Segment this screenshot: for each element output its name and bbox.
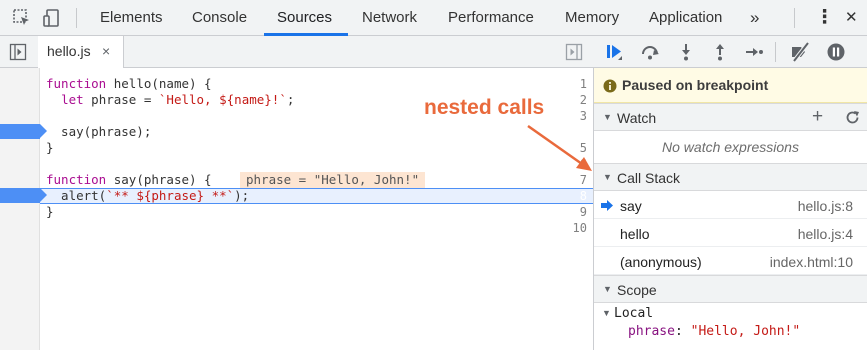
nested-calls-annotation: nested calls: [424, 96, 545, 119]
call-frame-name: hello: [620, 226, 650, 242]
toggle-debugger-icon[interactable]: [565, 43, 583, 61]
collapse-triangle-icon: ▼: [603, 112, 612, 122]
code-line: say(phrase);: [46, 124, 152, 139]
scope-tree: ▼ Local phrase: "Hello, John!": [594, 304, 867, 350]
file-tab[interactable]: hello.js ×: [38, 36, 124, 68]
tab-memory[interactable]: Memory: [565, 0, 619, 36]
inline-variable-value: phrase = "Hello, John!": [240, 172, 426, 188]
paused-status: Paused on breakpoint: [622, 77, 769, 93]
line-number[interactable]: 2: [553, 92, 587, 108]
devtools-tabbar: Elements Console Sources Network Perform…: [0, 0, 867, 36]
device-toolbar-icon[interactable]: [42, 8, 62, 28]
info-icon: [603, 79, 617, 93]
tab-console[interactable]: Console: [192, 0, 247, 36]
resume-icon[interactable]: [604, 42, 624, 62]
call-frame-location[interactable]: hello.js:8: [798, 198, 853, 214]
code-line: let phrase = `Hello, ${name}!`;: [61, 92, 295, 107]
toolbar-divider: [76, 8, 77, 28]
file-tab-name: hello.js: [47, 43, 91, 59]
tab-network[interactable]: Network: [362, 0, 417, 36]
step-over-icon[interactable]: [640, 42, 660, 62]
call-frame-location[interactable]: hello.js:4: [798, 226, 853, 242]
line-number-gutter: [0, 68, 40, 350]
settings-menu-button[interactable]: ⋮: [815, 0, 834, 36]
call-frame-location[interactable]: index.html:10: [770, 254, 853, 270]
close-devtools-button[interactable]: ✕: [845, 0, 858, 36]
debugger-sidebar: Paused on breakpoint ▼ Watch + No watch …: [594, 36, 867, 350]
tab-sources[interactable]: Sources: [277, 0, 332, 36]
more-tabs-button[interactable]: »: [750, 0, 759, 36]
add-watch-button[interactable]: +: [812, 106, 823, 128]
scope-section-header[interactable]: ▼ Scope: [594, 275, 867, 303]
step-out-icon[interactable]: [710, 42, 730, 62]
code-line: function say(phrase) {: [46, 172, 212, 187]
line-number[interactable]: 1: [553, 76, 587, 92]
pause-on-exceptions-icon[interactable]: [826, 42, 846, 62]
breakpoint-marker[interactable]: [0, 188, 47, 203]
call-stack-section-header[interactable]: ▼ Call Stack: [594, 163, 867, 191]
step-icon[interactable]: [744, 42, 764, 62]
breakpoint-marker[interactable]: [0, 124, 47, 139]
paused-banner: Paused on breakpoint: [594, 68, 867, 103]
code-line: function hello(name) {: [46, 76, 212, 91]
expand-triangle-icon[interactable]: ▼: [602, 308, 611, 318]
code-line: alert(`** ${phrase} **`);: [46, 188, 250, 203]
line-number[interactable]: 9: [553, 204, 587, 220]
toolbar-divider: [775, 42, 776, 62]
tab-application[interactable]: Application: [649, 0, 722, 36]
call-frame-row[interactable]: hello hello.js:4: [594, 220, 867, 247]
call-frame-name: say: [620, 198, 642, 214]
inspect-element-icon[interactable]: [12, 8, 32, 28]
call-frame-name: (anonymous): [620, 254, 702, 270]
scope-local-label[interactable]: Local: [614, 306, 653, 321]
call-frame-row[interactable]: say hello.js:8: [594, 192, 867, 219]
toolbar-divider: [794, 8, 795, 28]
watch-empty-row: No watch expressions: [594, 131, 867, 163]
code-line: }: [46, 204, 54, 219]
collapse-triangle-icon: ▼: [603, 284, 612, 294]
call-stack-title: Call Stack: [617, 170, 681, 186]
watch-title: Watch: [617, 110, 657, 126]
tab-elements[interactable]: Elements: [100, 0, 163, 36]
toggle-navigator-icon[interactable]: [9, 43, 27, 61]
current-frame-arrow-icon: [601, 200, 613, 211]
collapse-triangle-icon: ▼: [603, 172, 612, 182]
tab-performance[interactable]: Performance: [448, 0, 534, 36]
step-into-icon[interactable]: [676, 42, 696, 62]
watch-empty-message: No watch expressions: [662, 139, 799, 155]
editor-tabbar: hello.js ×: [0, 36, 594, 68]
close-file-button[interactable]: ×: [102, 43, 110, 59]
refresh-icon[interactable]: [845, 110, 860, 125]
debugger-toolbar: [594, 36, 867, 68]
scope-variable: phrase: "Hello, John!": [628, 324, 801, 339]
watch-section-header[interactable]: ▼ Watch +: [594, 103, 867, 131]
line-number[interactable]: 10: [553, 220, 587, 236]
scope-title: Scope: [617, 282, 657, 298]
call-frame-row[interactable]: (anonymous) index.html:10: [594, 248, 867, 275]
scope-variable-value: "Hello, John!": [690, 324, 801, 339]
code-line: }: [46, 140, 54, 155]
deactivate-breakpoints-icon[interactable]: [790, 42, 810, 62]
scope-variable-name: phrase: [628, 324, 675, 339]
